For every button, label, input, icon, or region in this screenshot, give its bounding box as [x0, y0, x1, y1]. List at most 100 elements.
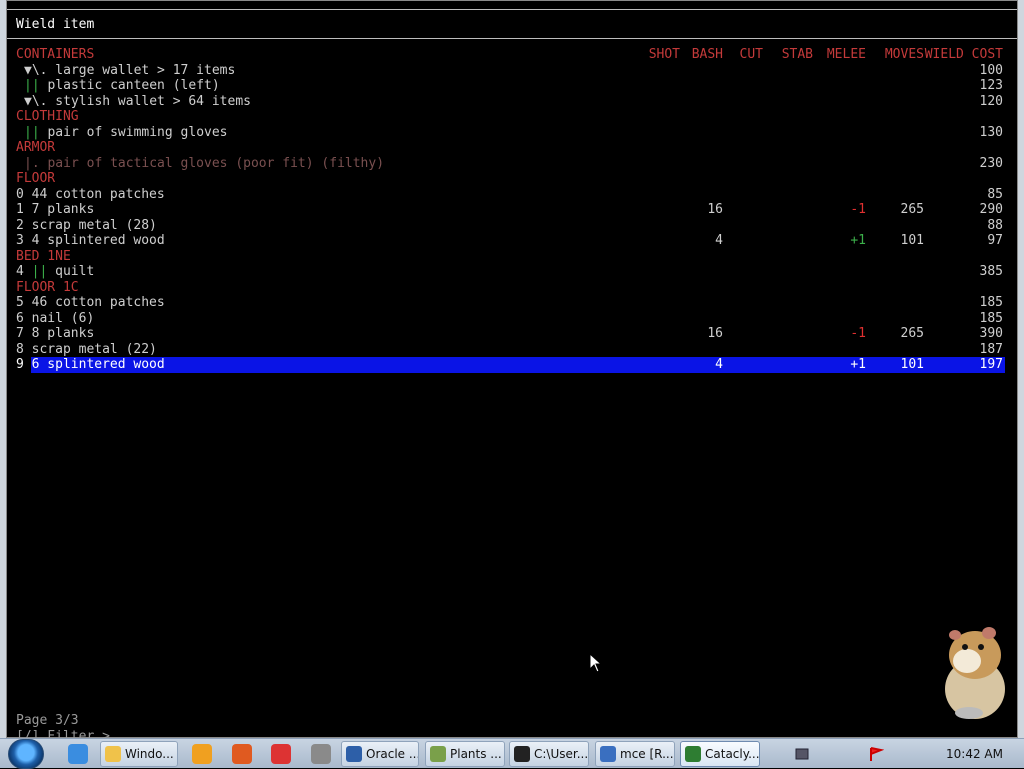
taskbar-button-label: C:\User... [534, 747, 589, 761]
folder-icon [105, 746, 121, 762]
item-name: FLOOR 1C [16, 279, 79, 295]
category-row: BED 1NE [7, 249, 1017, 265]
item-cost: 88 [987, 217, 1003, 233]
item-row[interactable]: |. pair of tactical gloves (poor fit) (f… [7, 156, 1017, 172]
item-row[interactable]: ▼\. stylish wallet > 64 items 120 [7, 94, 1017, 110]
column-header-row: CONTAINERS SHOT BASH CUT STAB MELEE MOVE… [7, 47, 1017, 63]
cataclysm-icon [685, 746, 701, 762]
item-row[interactable]: 3 4 splintered wood 4 +1 101 97 [7, 233, 1017, 249]
item-cost: 390 [979, 326, 1003, 341]
item-row[interactable]: 2 scrap metal (28) 88 [7, 218, 1017, 234]
taskbar-button-label: Windo... [125, 747, 174, 761]
hamster-desktop-pet[interactable] [927, 619, 1015, 721]
item-melee: +1 [850, 357, 866, 372]
item-row[interactable]: 4 || quilt 385 [7, 264, 1017, 280]
col-bash: BASH [691, 47, 723, 62]
item-melee: -1 [850, 202, 866, 217]
category-row: ARMOR [7, 140, 1017, 156]
item-cost: 385 [979, 264, 1003, 279]
item-row[interactable]: || pair of swimming gloves 130 [7, 125, 1017, 141]
item-name: || pair of swimming gloves [24, 124, 228, 140]
media-player-icon[interactable] [192, 744, 212, 764]
item-cost: 120 [979, 93, 1003, 109]
item-moves: 101 [900, 357, 924, 372]
item-row[interactable]: 8 scrap metal (22) 187 [7, 342, 1017, 358]
calculator-icon[interactable] [311, 744, 331, 764]
col-wield-cost: WIELD COST [924, 47, 1003, 62]
item-name: 2 scrap metal (28) [16, 217, 157, 233]
item-name: BED 1NE [16, 248, 71, 264]
taskbar-button-label: Catacly... [705, 747, 760, 761]
page-indicator: Page 3/3 [16, 713, 79, 728]
item-row[interactable]: 0 44 cotton patches 85 [7, 187, 1017, 203]
item-row[interactable]: 5 46 cotton patches 185 [7, 295, 1017, 311]
taskbar-button-label: Oracle ... [366, 747, 419, 761]
col-moves: MOVES [884, 47, 924, 62]
item-list: CONTAINERS SHOT BASH CUT STAB MELEE MOVE… [7, 47, 1017, 373]
taskbar-button[interactable]: Oracle ... [341, 741, 419, 767]
mouse-cursor-icon [589, 653, 603, 673]
item-name: 8 scrap metal (22) [16, 341, 157, 357]
col-stab: STAB [781, 47, 813, 62]
paint-icon[interactable] [232, 744, 252, 764]
item-cost: 290 [979, 202, 1003, 217]
item-name: 5 46 cotton patches [16, 295, 165, 310]
item-name: ▼\. stylish wallet > 64 items [24, 93, 251, 109]
network-icon[interactable] [794, 746, 810, 762]
taskbar-button[interactable]: Catacly... [680, 741, 760, 767]
item-bash: 16 [707, 326, 723, 341]
taskbar-button-label: mce [R... [620, 747, 674, 761]
item-row[interactable]: ▼\. large wallet > 17 items 100 [7, 63, 1017, 79]
item-name: || plastic canteen (left) [24, 78, 220, 93]
item-moves: 101 [900, 233, 924, 248]
terminal-window[interactable]: Wield item CONTAINERS SHOT BASH CUT STAB… [6, 0, 1018, 739]
item-name: FLOOR [16, 171, 56, 186]
category-row: FLOOR 1C [7, 280, 1017, 296]
ie-icon[interactable] [68, 744, 88, 764]
desktop-edge-right [1018, 0, 1024, 738]
item-cost: 230 [979, 155, 1003, 171]
col-cut: CUT [739, 47, 763, 62]
category-row: FLOOR [7, 171, 1017, 187]
start-button[interactable] [8, 739, 44, 769]
item-cost: 97 [987, 233, 1003, 248]
game-icon [430, 746, 446, 762]
item-row[interactable]: || plastic canteen (left) 123 [7, 78, 1017, 94]
item-cost: 185 [979, 295, 1003, 310]
item-moves: 265 [900, 326, 924, 341]
chrome-icon[interactable] [271, 744, 291, 764]
item-cost: 185 [979, 310, 1003, 326]
taskbar-button[interactable]: Plants ... [425, 741, 505, 767]
taskbar-button[interactable]: C:\User... [509, 741, 589, 767]
item-name: 6 nail (6) [16, 310, 95, 326]
item-name: 9 6 splintered wood [16, 357, 165, 372]
item-cost: 130 [979, 124, 1003, 140]
item-row[interactable]: 6 nail (6) 185 [7, 311, 1017, 327]
7zip-icon [514, 746, 530, 762]
item-row[interactable]: 1 7 planks 16 -1 265 290 [7, 202, 1017, 218]
item-name: 0 44 cotton patches [16, 186, 165, 202]
item-name: 1 7 planks [16, 202, 95, 217]
item-name: 3 4 splintered wood [16, 233, 165, 248]
item-row[interactable]: 7 8 planks 16 -1 265 390 [7, 326, 1017, 342]
item-name: ▼\. large wallet > 17 items [24, 62, 236, 78]
item-melee: +1 [850, 233, 866, 248]
item-name: |. pair of tactical gloves (poor fit) (f… [24, 155, 385, 171]
item-name: CLOTHING [16, 109, 79, 124]
selected-item-row[interactable]: 9 6 splintered wood 4 +1 101 197 [7, 357, 1017, 373]
taskbar-button[interactable]: Windo... [100, 741, 178, 767]
taskbar-button-label: Plants ... [450, 747, 502, 761]
item-melee: -1 [850, 326, 866, 341]
category-header: CONTAINERS [16, 47, 95, 62]
item-bash: 4 [715, 233, 723, 248]
taskbar-button[interactable]: mce [R... [595, 741, 675, 767]
remote-icon [600, 746, 616, 762]
clock[interactable]: 10:42 AM [946, 739, 1003, 769]
window-title: Wield item [7, 9, 1017, 39]
item-name: ARMOR [16, 140, 56, 155]
col-shot: SHOT [648, 47, 680, 62]
item-name: 4 || quilt [16, 264, 95, 279]
virtualbox-icon [346, 746, 362, 762]
taskbar: Windo... Oracle ... Plants ... C:\User... mc… [0, 738, 1024, 769]
flag-icon[interactable] [868, 746, 884, 762]
